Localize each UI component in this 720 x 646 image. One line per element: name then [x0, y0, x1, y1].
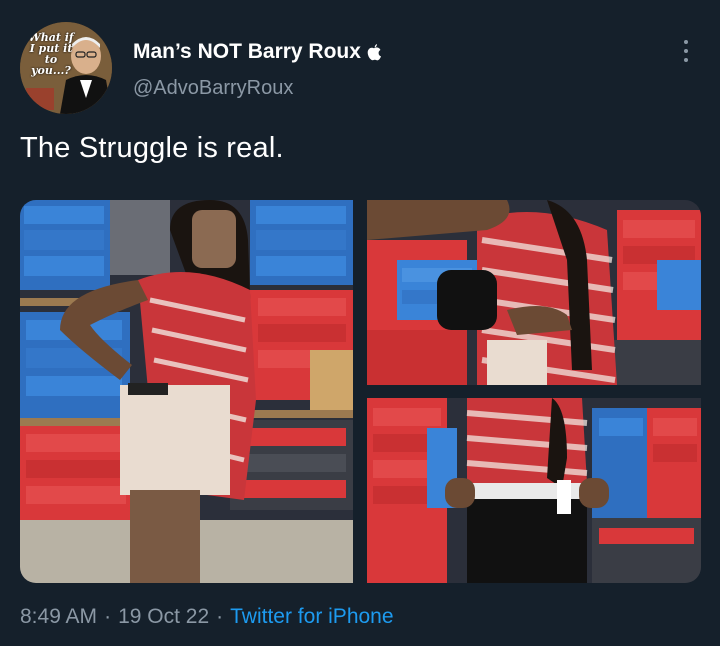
more-options-button[interactable] [676, 38, 696, 64]
tweet-source-link[interactable]: Twitter for iPhone [230, 605, 393, 629]
author-handle[interactable]: @AdvoBarryRoux [133, 77, 293, 100]
more-dot-icon [684, 40, 688, 44]
tweet: What if I put it to you...? Man’s NOT Ba… [0, 0, 720, 646]
display-name[interactable]: Man’s NOT Barry Roux [133, 40, 361, 64]
more-dot-icon [684, 49, 688, 53]
more-dot-icon [684, 58, 688, 62]
tweet-meta: 8:49 AM · 19 Oct 22 · Twitter for iPhone [20, 605, 394, 629]
meta-separator: · [216, 605, 224, 628]
avatar[interactable]: What if I put it to you...? [20, 22, 112, 114]
photo-1[interactable] [20, 200, 353, 583]
photo-3[interactable] [367, 398, 701, 583]
media-grid [20, 200, 701, 583]
tweet-date[interactable]: 19 Oct 22 [118, 605, 209, 629]
author-name-row: Man’s NOT Barry Roux [133, 40, 382, 64]
avatar-caption: What if I put it to you...? [28, 31, 74, 77]
apple-icon [366, 43, 382, 61]
photo-2[interactable] [367, 200, 701, 385]
tweet-text: The Struggle is real. [20, 132, 284, 164]
tweet-time[interactable]: 8:49 AM [20, 605, 97, 629]
meta-separator: · [104, 605, 112, 628]
